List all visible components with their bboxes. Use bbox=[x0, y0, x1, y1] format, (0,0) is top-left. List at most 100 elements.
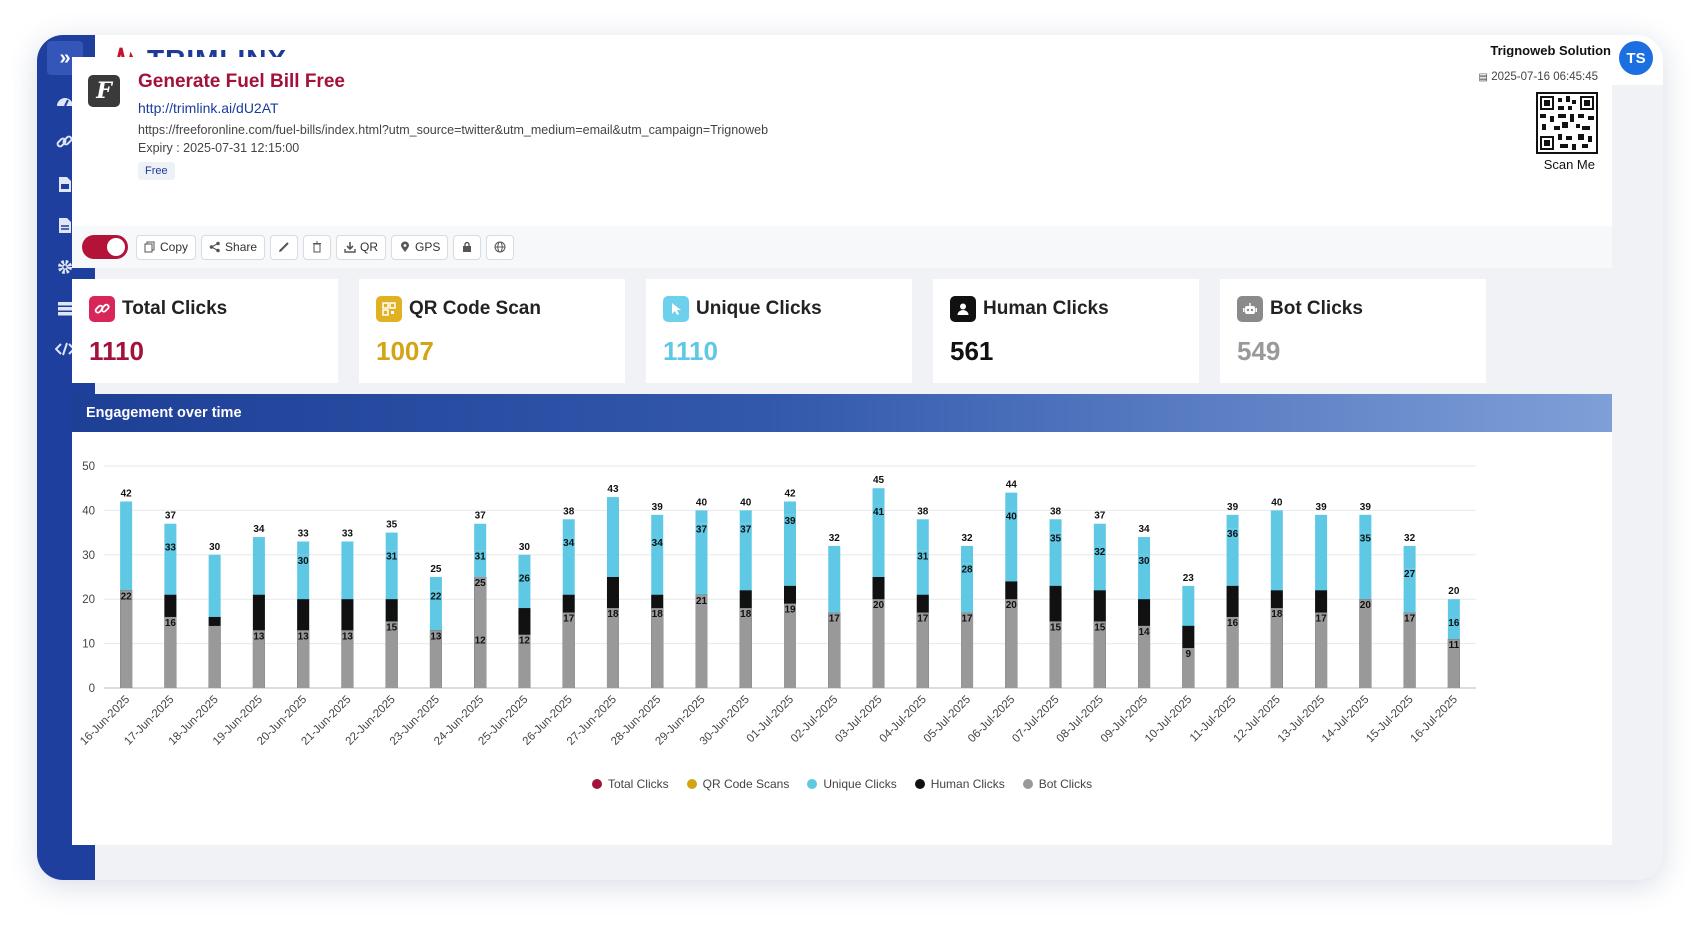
data-label: 27 bbox=[1404, 569, 1416, 580]
data-label: 13 bbox=[298, 631, 310, 642]
data-label: 35 bbox=[1050, 534, 1062, 545]
legend-label: Human Clicks bbox=[930, 777, 1005, 791]
bar-total-clicks bbox=[474, 523, 487, 551]
data-label: 15 bbox=[1094, 622, 1106, 633]
bar-total-clicks bbox=[297, 541, 310, 555]
data-label: 18 bbox=[519, 609, 531, 620]
data-label: 39 bbox=[784, 516, 796, 527]
legend-dot-icon bbox=[1022, 779, 1033, 789]
avatar[interactable]: TS bbox=[1619, 41, 1653, 75]
calendar-icon: ▤ bbox=[1478, 72, 1488, 83]
stat-card-human-clicks: Human Clicks 561 bbox=[933, 279, 1199, 383]
qr-code-image[interactable] bbox=[1536, 92, 1598, 154]
password-lock-button[interactable] bbox=[453, 234, 482, 260]
legend-item[interactable]: Unique Clicks bbox=[807, 777, 897, 791]
data-label: 25 bbox=[873, 578, 885, 589]
expiry-date: Expiry : 2025-07-31 12:15:00 bbox=[138, 141, 300, 155]
data-label: 40 bbox=[1006, 511, 1018, 522]
bar-total-clicks bbox=[1138, 537, 1151, 555]
bar-bot-clicks bbox=[1359, 599, 1372, 688]
data-label: 16 bbox=[209, 618, 221, 629]
data-label: 15 bbox=[1050, 622, 1062, 633]
gps-button[interactable]: GPS bbox=[391, 234, 449, 260]
engagement-bar-chart: 01020304050422216-Jun-20253733211617-Jun… bbox=[78, 461, 1476, 748]
bar-total-clicks bbox=[739, 510, 752, 524]
data-label: 18 bbox=[740, 609, 752, 620]
link-title: Generate Fuel Bill Free bbox=[138, 71, 345, 92]
data-label: 37 bbox=[1094, 511, 1106, 522]
copy-button[interactable]: Copy bbox=[136, 234, 197, 260]
data-label: 21 bbox=[563, 596, 575, 607]
share-button[interactable]: Share bbox=[201, 234, 266, 260]
bar-total-clicks bbox=[695, 510, 708, 524]
data-label: 36 bbox=[1227, 529, 1239, 540]
data-label: 15 bbox=[386, 622, 398, 633]
data-label: 14 bbox=[1183, 627, 1195, 638]
y-tick-label: 10 bbox=[82, 639, 95, 651]
data-label: 17 bbox=[1404, 614, 1416, 625]
data-label: 34 bbox=[652, 538, 664, 549]
download-qr-button[interactable]: QR bbox=[336, 234, 387, 260]
data-label: 32 bbox=[961, 533, 973, 544]
data-label: 22 bbox=[121, 591, 133, 602]
download-icon bbox=[344, 242, 356, 253]
delete-button[interactable] bbox=[303, 234, 332, 260]
stat-label: QR Code Scan bbox=[409, 298, 541, 319]
scan-me-label: Scan Me bbox=[1543, 157, 1595, 172]
data-label: 40 bbox=[1271, 497, 1283, 508]
bar-total-clicks bbox=[872, 488, 885, 506]
data-label: 12 bbox=[475, 636, 487, 647]
stat-label: Total Clicks bbox=[122, 298, 228, 319]
data-label: 30 bbox=[1139, 556, 1151, 567]
chart-legend: Total Clicks QR Code Scans Unique Clicks Hu… bbox=[72, 777, 1612, 791]
bar-bot-clicks bbox=[695, 594, 708, 688]
data-label: 17 bbox=[563, 614, 575, 625]
data-label: 18 bbox=[1271, 609, 1283, 620]
stat-value: 549 bbox=[1237, 336, 1281, 366]
legend-dot-icon bbox=[807, 779, 818, 789]
link-icon bbox=[89, 296, 115, 322]
cursor-pointer-icon bbox=[663, 296, 689, 322]
y-tick-label: 20 bbox=[82, 594, 95, 606]
data-label: 21 bbox=[917, 596, 929, 607]
data-label: 35 bbox=[1360, 534, 1372, 545]
map-pin-icon bbox=[401, 241, 410, 252]
legend-item[interactable]: Total Clicks bbox=[591, 777, 669, 791]
bar-bot-clicks bbox=[120, 590, 133, 688]
data-label: 41 bbox=[873, 507, 885, 518]
bar-total-clicks bbox=[1093, 523, 1106, 546]
bar-total-clicks bbox=[651, 514, 664, 538]
data-label: 39 bbox=[1360, 502, 1372, 513]
data-label: 25 bbox=[430, 564, 442, 575]
data-label: 31 bbox=[386, 551, 398, 562]
short-url-link[interactable]: http://trimlink.ai/dU2AT bbox=[138, 100, 279, 116]
copy-button-label: Copy bbox=[160, 240, 189, 254]
bar-total-clicks bbox=[518, 554, 531, 573]
data-label: 19 bbox=[784, 605, 796, 616]
legend-item[interactable]: Bot Clicks bbox=[1022, 777, 1092, 791]
data-label: 25 bbox=[607, 578, 619, 589]
legend-item[interactable]: QR Code Scans bbox=[686, 777, 789, 791]
user-person-icon bbox=[950, 296, 976, 322]
robot-icon bbox=[1237, 296, 1263, 322]
data-label: 30 bbox=[298, 556, 310, 567]
stat-value: 1007 bbox=[376, 336, 434, 366]
chart-title: Engagement over time bbox=[72, 394, 1612, 432]
globe-settings-button[interactable] bbox=[486, 234, 515, 260]
legend-item[interactable]: Human Clicks bbox=[914, 777, 1005, 791]
data-label: 21 bbox=[696, 596, 708, 607]
data-label: 22 bbox=[740, 591, 752, 602]
share-icon bbox=[209, 241, 220, 253]
link-active-toggle[interactable] bbox=[82, 235, 128, 259]
link-action-bar: Copy Share QR GPS bbox=[72, 226, 1612, 268]
data-label: 43 bbox=[607, 484, 619, 495]
x-tick-label: 16-Jul-2025 bbox=[1409, 694, 1460, 745]
bar-bot-clicks bbox=[474, 577, 487, 688]
legend-label: Unique Clicks bbox=[823, 777, 897, 791]
engagement-chart-panel: Engagement over time 0 10 20 30 40 50 42 22 16-J… bbox=[72, 394, 1612, 845]
edit-button[interactable] bbox=[270, 234, 299, 260]
stat-value: 1110 bbox=[663, 336, 718, 366]
data-label: 11 bbox=[1449, 640, 1460, 651]
data-label: 34 bbox=[563, 538, 575, 549]
data-label: 13 bbox=[430, 631, 442, 642]
